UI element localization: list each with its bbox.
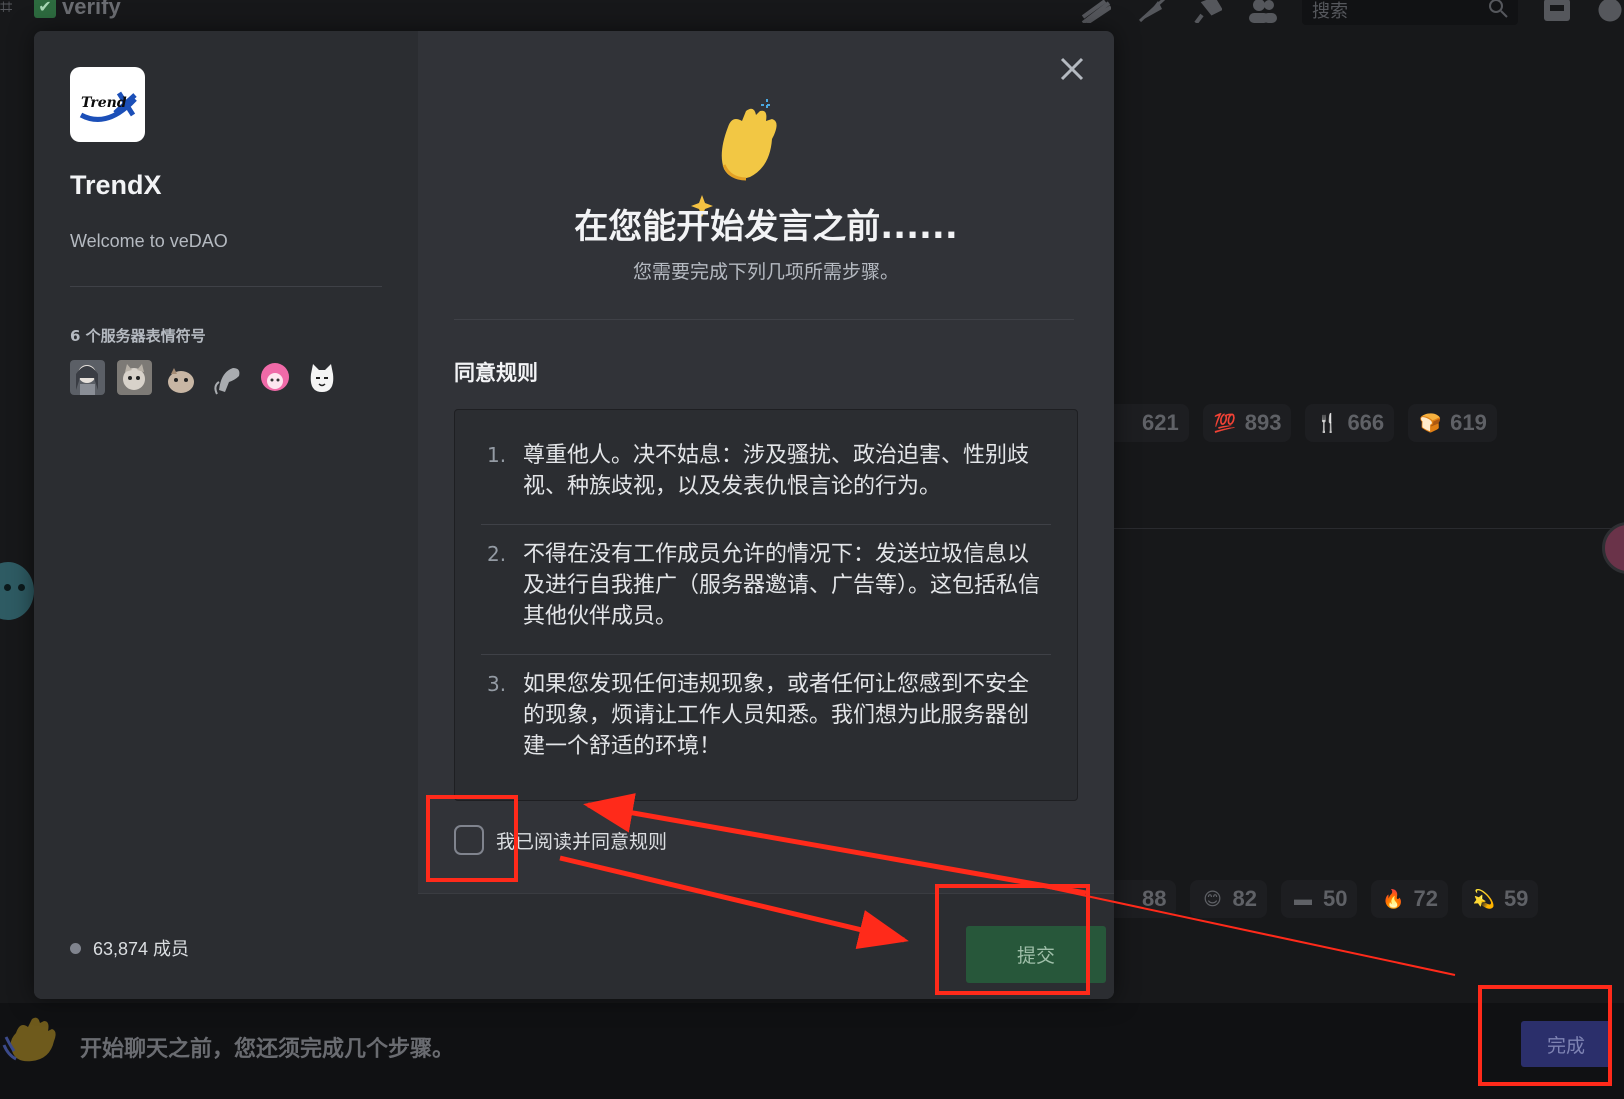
onboarding-bar: 开始聊天之前，您还须完成几个步骤。 完成: [0, 1003, 1624, 1099]
reaction-pill[interactable]: 🍞 619: [1408, 404, 1497, 442]
india-flag-icon: ▬: [1293, 888, 1312, 909]
message-divider: [1100, 528, 1624, 529]
server-info-sidebar: Trend TrendX Welcome to veDAO 6 个服务器表情符号: [34, 31, 418, 999]
member-count-text: 63,874 成员: [93, 939, 190, 959]
submit-button[interactable]: 提交: [966, 926, 1106, 983]
rules-panel: 在您能开始发言之前...... 您需要完成下列几项所需步骤。 同意规则 1. 尊…: [418, 31, 1114, 999]
reaction-row: 88 😊 82 ▬ 50 🔥 72 💫 59: [1100, 880, 1539, 918]
pin-icon[interactable]: [1190, 0, 1224, 23]
reaction-count: 893: [1244, 410, 1282, 435]
threads-icon[interactable]: [1078, 0, 1112, 23]
close-icon: [1060, 57, 1084, 81]
rule-number: 2.: [487, 542, 507, 566]
rule-item: 3. 如果您发现任何违规现象，或者任何让您感到不安全的现象，烦请让工作人员知悉。…: [481, 655, 1051, 784]
channel-header: ⌗ ✔ verify: [0, 0, 121, 20]
close-button[interactable]: [1056, 53, 1088, 85]
reaction-row: 621 💯 893 🍴 666 🍞 619: [1100, 404, 1497, 442]
channel-name: verify: [62, 0, 121, 19]
modal-subtitle: 您需要完成下列几项所需步骤。: [632, 261, 899, 283]
complete-button[interactable]: 完成: [1521, 1021, 1611, 1067]
white-cat-emoji-icon: [305, 360, 340, 395]
reaction-count: 50: [1322, 886, 1348, 911]
rule-number: 3.: [487, 672, 507, 696]
bread-icon: 🍞: [1418, 412, 1442, 433]
reaction-pill[interactable]: 💫 59: [1461, 880, 1539, 918]
inbox-icon[interactable]: [1540, 0, 1574, 23]
rule-number: 1.: [487, 443, 507, 467]
reaction-count: 666: [1347, 410, 1385, 435]
fork-knife-icon: 🍴: [1316, 412, 1339, 433]
rules-screening-modal: Trend TrendX Welcome to veDAO 6 个服务器表情符号: [34, 31, 1114, 999]
emoji-heading: 6 个服务器表情符号: [70, 327, 206, 345]
dizzy-icon: 💫: [1472, 888, 1496, 909]
rule-text: 尊重他人。决不姑息：涉及骚扰、政治迫害、性别歧视、种族歧视，以及发表仇恨言论的行…: [523, 443, 1030, 499]
waving-hand-icon: [2, 1011, 60, 1065]
anime-girl-emoji-icon: [70, 360, 105, 395]
agree-rules-label[interactable]: 我已阅读并同意规则: [496, 827, 667, 854]
member-count: 63,874 成员: [70, 935, 189, 961]
modal-title: 在您能开始发言之前......: [574, 207, 958, 247]
onboarding-message: 开始聊天之前，您还须完成几个步骤。: [80, 1036, 455, 1061]
search-input[interactable]: 搜索: [1302, 0, 1518, 25]
reaction-count: 72: [1413, 886, 1438, 911]
hundred-points-icon: 💯: [1213, 412, 1236, 433]
rat-emoji-icon: [211, 360, 246, 395]
smiling-face-icon: 😊: [1203, 888, 1222, 909]
rule-text: 如果您发现任何违规现象，或者任何让您感到不安全的现象，烦请让工作人员知悉。我们想…: [523, 672, 1030, 759]
reaction-pill[interactable]: 💯 893: [1202, 404, 1292, 442]
hamster-emoji-icon: [164, 360, 199, 395]
cat-photo-emoji-icon: [117, 360, 152, 395]
search-placeholder: 搜索: [1312, 1, 1348, 21]
server-logo: Trend: [70, 67, 145, 142]
member-list-icon[interactable]: [1246, 0, 1280, 23]
pink-hair-emoji-icon: [258, 360, 293, 395]
reaction-count: 59: [1503, 886, 1529, 911]
agree-rules-row[interactable]: 我已阅读并同意规则: [454, 825, 667, 855]
agree-rules-checkbox[interactable]: [454, 825, 484, 855]
reaction-pill[interactable]: ▬ 50: [1280, 880, 1358, 918]
reaction-pill[interactable]: 🔥 72: [1371, 880, 1448, 918]
reaction-pill[interactable]: 🍴 666: [1305, 404, 1395, 442]
rules-list: 1. 尊重他人。决不姑息：涉及骚扰、政治迫害、性别歧视、种族歧视，以及发表仇恨言…: [454, 409, 1078, 801]
rule-item: 2. 不得在没有工作成员允许的情况下：发送垃圾信息以及进行自我推广（服务器邀请、…: [481, 525, 1051, 655]
status-dot-icon: [70, 942, 81, 954]
rule-text: 不得在没有工作成员允许的情况下：发送垃圾信息以及进行自我推广（服务器邀请、广告等…: [523, 542, 1041, 629]
reaction-pill[interactable]: 😊 82: [1190, 880, 1267, 918]
channel-hash-icon: ⌗: [0, 0, 13, 19]
rules-section-title: 同意规则: [454, 361, 538, 385]
server-name: TrendX: [70, 170, 162, 200]
divider: [454, 319, 1074, 320]
search-icon: [1488, 0, 1508, 23]
header-toolbar: 搜索: [1078, 0, 1624, 26]
checkmark-icon: ✔: [34, 0, 56, 18]
reaction-count: 88: [1142, 886, 1167, 911]
reaction-count: 621: [1142, 410, 1179, 435]
server-description: Welcome to veDAO: [70, 231, 228, 251]
server-emoji-list: [70, 360, 382, 395]
fire-icon: 🔥: [1382, 888, 1405, 909]
divider: [70, 286, 382, 287]
rule-item: 1. 尊重他人。决不姑息：涉及骚扰、政治迫害、性别歧视、种族歧视，以及发表仇恨言…: [481, 426, 1051, 525]
notification-mute-icon[interactable]: [1134, 0, 1168, 23]
modal-footer: 提交: [418, 893, 1114, 999]
reaction-count: 619: [1450, 410, 1487, 435]
reaction-count: 82: [1232, 886, 1257, 911]
help-icon[interactable]: [1596, 0, 1624, 23]
logo-text: Trend: [81, 95, 127, 111]
